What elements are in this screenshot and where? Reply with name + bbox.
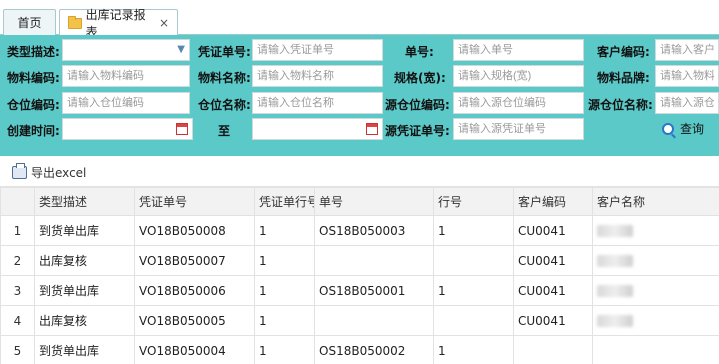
tab-home-label: 首页	[17, 16, 42, 30]
col-header-rownum	[0, 187, 35, 216]
customer-name-cell	[592, 275, 719, 306]
created-time-end-input[interactable]	[252, 118, 383, 140]
col-header-order-no[interactable]: 单号	[314, 187, 434, 216]
order-no-input[interactable]	[453, 39, 584, 61]
material-code-label: 物料编码:	[7, 71, 60, 85]
calendar-icon[interactable]	[366, 123, 378, 135]
material-name-label: 物料名称:	[198, 71, 251, 85]
customer-code-input[interactable]	[655, 39, 719, 61]
src-voucher-input[interactable]	[453, 118, 584, 140]
table-row[interactable]: 1 到货单出库 VO18B050008 1 OS18B050003 1 CU00…	[0, 215, 719, 246]
search-button-label: 查询	[680, 122, 705, 136]
redacted-text	[597, 225, 633, 237]
location-code-label: 仓位编码:	[7, 98, 60, 112]
src-location-name-input[interactable]	[655, 92, 719, 114]
order-no-label: 单号:	[405, 45, 434, 59]
location-name-label: 仓位名称:	[198, 98, 251, 112]
col-header-customer-name[interactable]: 客户名称	[592, 187, 719, 216]
folder-icon	[68, 15, 82, 29]
voucher-no-label: 凭证单号:	[198, 45, 251, 59]
col-header-line-no[interactable]: 行号	[433, 187, 514, 216]
col-header-voucher-line[interactable]: 凭证单行号	[254, 187, 315, 216]
table-row[interactable]: 2 出库复核 VO18B050007 1 CU0041	[0, 245, 719, 276]
table-header-row: 类型描述 凭证单号 凭证单行号 单号 行号 客户编码 客户名称	[0, 187, 719, 216]
calendar-icon[interactable]	[176, 123, 188, 135]
created-time-start-input[interactable]	[62, 118, 193, 140]
table-row[interactable]: 4 出库复核 VO18B050005 1 CU0041	[0, 305, 719, 336]
src-location-name-label: 源仓位名称:	[588, 98, 653, 112]
export-excel-label: 导出excel	[31, 166, 87, 180]
search-button[interactable]: 查询	[662, 120, 704, 137]
src-voucher-label: 源凭证单号:	[385, 124, 450, 138]
location-code-input[interactable]	[62, 92, 190, 114]
col-header-type-desc[interactable]: 类型描述	[34, 187, 135, 216]
tab-home[interactable]: 首页	[3, 9, 56, 35]
material-brand-input[interactable]	[655, 65, 719, 87]
src-location-code-input[interactable]	[453, 92, 584, 114]
type-desc-label: 类型描述:	[7, 45, 60, 59]
spec-label: 规格(宽):	[394, 71, 446, 85]
export-excel-button[interactable]: 导出excel	[12, 163, 87, 181]
table-row[interactable]: 5 到货单出库 VO18B050004 1 OS18B050002 1	[0, 335, 719, 364]
material-code-input[interactable]	[62, 65, 190, 87]
data-grid: 类型描述 凭证单号 凭证单行号 单号 行号 客户编码 客户名称 1 到货单出库 …	[0, 187, 719, 364]
table-row[interactable]: 3 到货单出库 VO18B050006 1 OS18B050001 1 CU00…	[0, 275, 719, 306]
material-brand-label: 物料品牌:	[597, 71, 650, 85]
chevron-down-icon[interactable]: ▼	[177, 44, 185, 55]
customer-code-label: 客户编码:	[597, 45, 650, 59]
redacted-text	[597, 315, 633, 327]
voucher-no-input[interactable]	[252, 39, 383, 61]
col-header-customer-code[interactable]: 客户编码	[513, 187, 593, 216]
col-header-voucher-no[interactable]: 凭证单号	[134, 187, 255, 216]
location-name-input[interactable]	[252, 92, 383, 114]
customer-name-cell	[592, 305, 719, 336]
filter-panel: 类型描述: ▼ 凭证单号: 单号: 客户编码: 物料编码: 物料名称: 规格(宽…	[0, 35, 719, 156]
redacted-text	[597, 285, 633, 297]
created-time-label: 创建时间:	[7, 124, 60, 138]
spec-input[interactable]	[453, 65, 584, 87]
customer-name-cell	[592, 215, 719, 246]
type-desc-select[interactable]: ▼	[62, 39, 190, 61]
toolbar: 导出excel	[0, 156, 719, 187]
search-icon	[662, 122, 674, 135]
src-location-code-label: 源仓位编码:	[385, 98, 450, 112]
customer-name-cell	[592, 245, 719, 276]
redacted-text	[597, 255, 633, 267]
tab-outbound-report[interactable]: 出库记录报表 ×	[59, 8, 178, 39]
close-icon[interactable]: ×	[159, 16, 169, 30]
material-name-input[interactable]	[252, 65, 383, 87]
printer-icon	[12, 163, 27, 179]
to-label: 至	[218, 124, 231, 138]
tab-bar: 首页 出库记录报表 ×	[0, 0, 719, 39]
